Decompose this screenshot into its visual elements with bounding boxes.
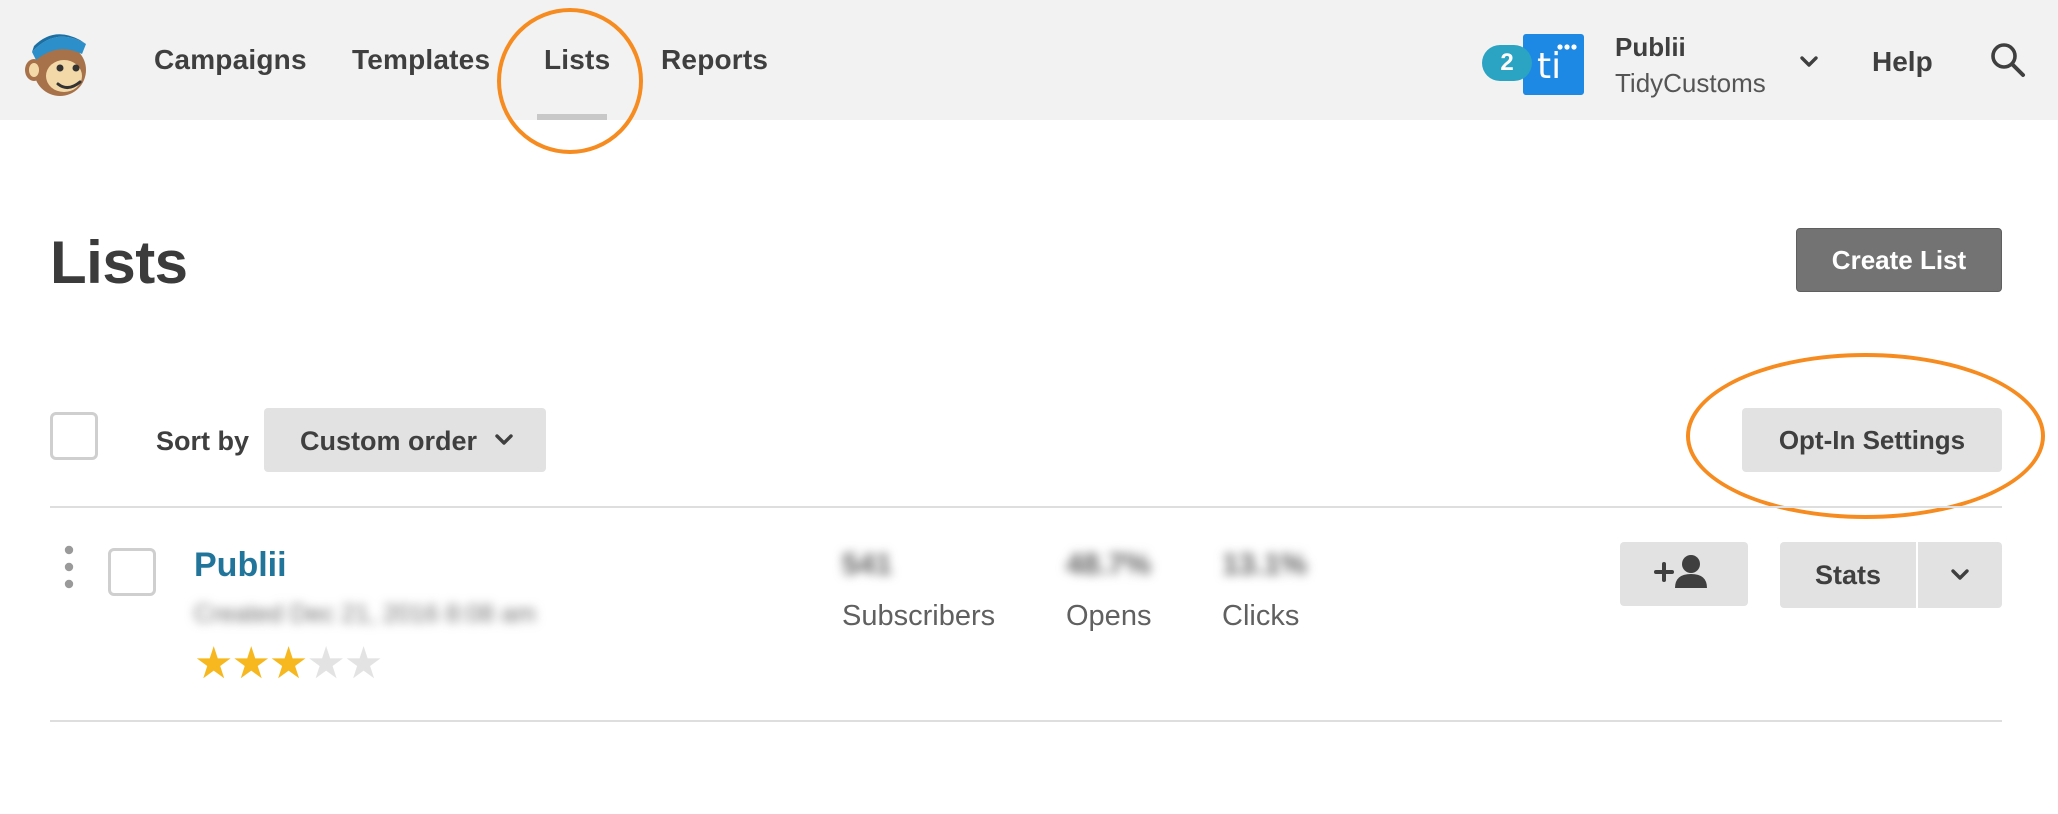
list-rating: ★★★★★ (194, 639, 383, 688)
chevron-down-icon[interactable] (1797, 50, 1821, 74)
account-name[interactable]: Publii (1615, 32, 1686, 63)
nav-lists[interactable]: Lists (544, 44, 610, 76)
stats-button[interactable]: Stats (1780, 542, 1916, 608)
divider (50, 720, 2002, 722)
nav-active-indicator (537, 114, 607, 120)
notification-badge[interactable]: 2 (1482, 45, 1532, 81)
nav-campaigns[interactable]: Campaigns (154, 44, 307, 76)
opens-label: Opens (1066, 600, 1152, 632)
star-empty-icon: ★ (306, 639, 345, 688)
add-subscriber-button[interactable] (1620, 542, 1748, 606)
sort-by-label: Sort by (156, 426, 250, 456)
chevron-down-icon (1951, 569, 1969, 580)
account-subtitle[interactable]: TidyCustoms (1615, 68, 1766, 99)
opens-value: 48.7% (1066, 548, 1152, 581)
create-list-button[interactable]: Create List (1796, 228, 2002, 292)
mailchimp-logo-icon[interactable] (20, 22, 98, 100)
clicks-label: Clicks (1222, 600, 1300, 632)
chevron-down-icon (495, 434, 513, 445)
star-filled-icon: ★ (194, 639, 233, 688)
clicks-value: 13.1% (1222, 548, 1308, 581)
nav-reports[interactable]: Reports (661, 44, 768, 76)
nav-help[interactable]: Help (1872, 46, 1933, 78)
list-created-date: Created Dec 21, 2016 8:08 am (194, 600, 536, 628)
select-all-checkbox[interactable] (50, 412, 98, 460)
subscribers-value: 541 (842, 548, 893, 581)
add-user-icon (1654, 555, 1707, 588)
list-name-link[interactable]: Publii (194, 546, 287, 585)
top-navigation-bar: Campaigns Templates Lists Reports ti 2 P… (0, 0, 2058, 120)
sort-order-select[interactable]: Custom order (264, 408, 546, 472)
star-empty-icon: ★ (343, 639, 383, 688)
drag-handle-icon[interactable] (62, 544, 76, 590)
sort-order-value: Custom order (300, 426, 478, 456)
app-tile-text: ti (1537, 46, 1562, 87)
stats-dropdown-button[interactable] (1918, 542, 2002, 608)
divider (50, 506, 2002, 508)
star-filled-icon: ★ (268, 639, 308, 688)
app-tile-icon[interactable]: ti (1523, 34, 1584, 95)
search-icon[interactable] (1988, 40, 2028, 80)
subscribers-label: Subscribers (842, 600, 996, 632)
nav-templates[interactable]: Templates (352, 44, 490, 76)
opt-in-settings-button[interactable]: Opt-In Settings (1742, 408, 2002, 472)
star-filled-icon: ★ (231, 639, 270, 688)
page-title: Lists (50, 229, 188, 296)
list-row-checkbox[interactable] (108, 548, 156, 596)
